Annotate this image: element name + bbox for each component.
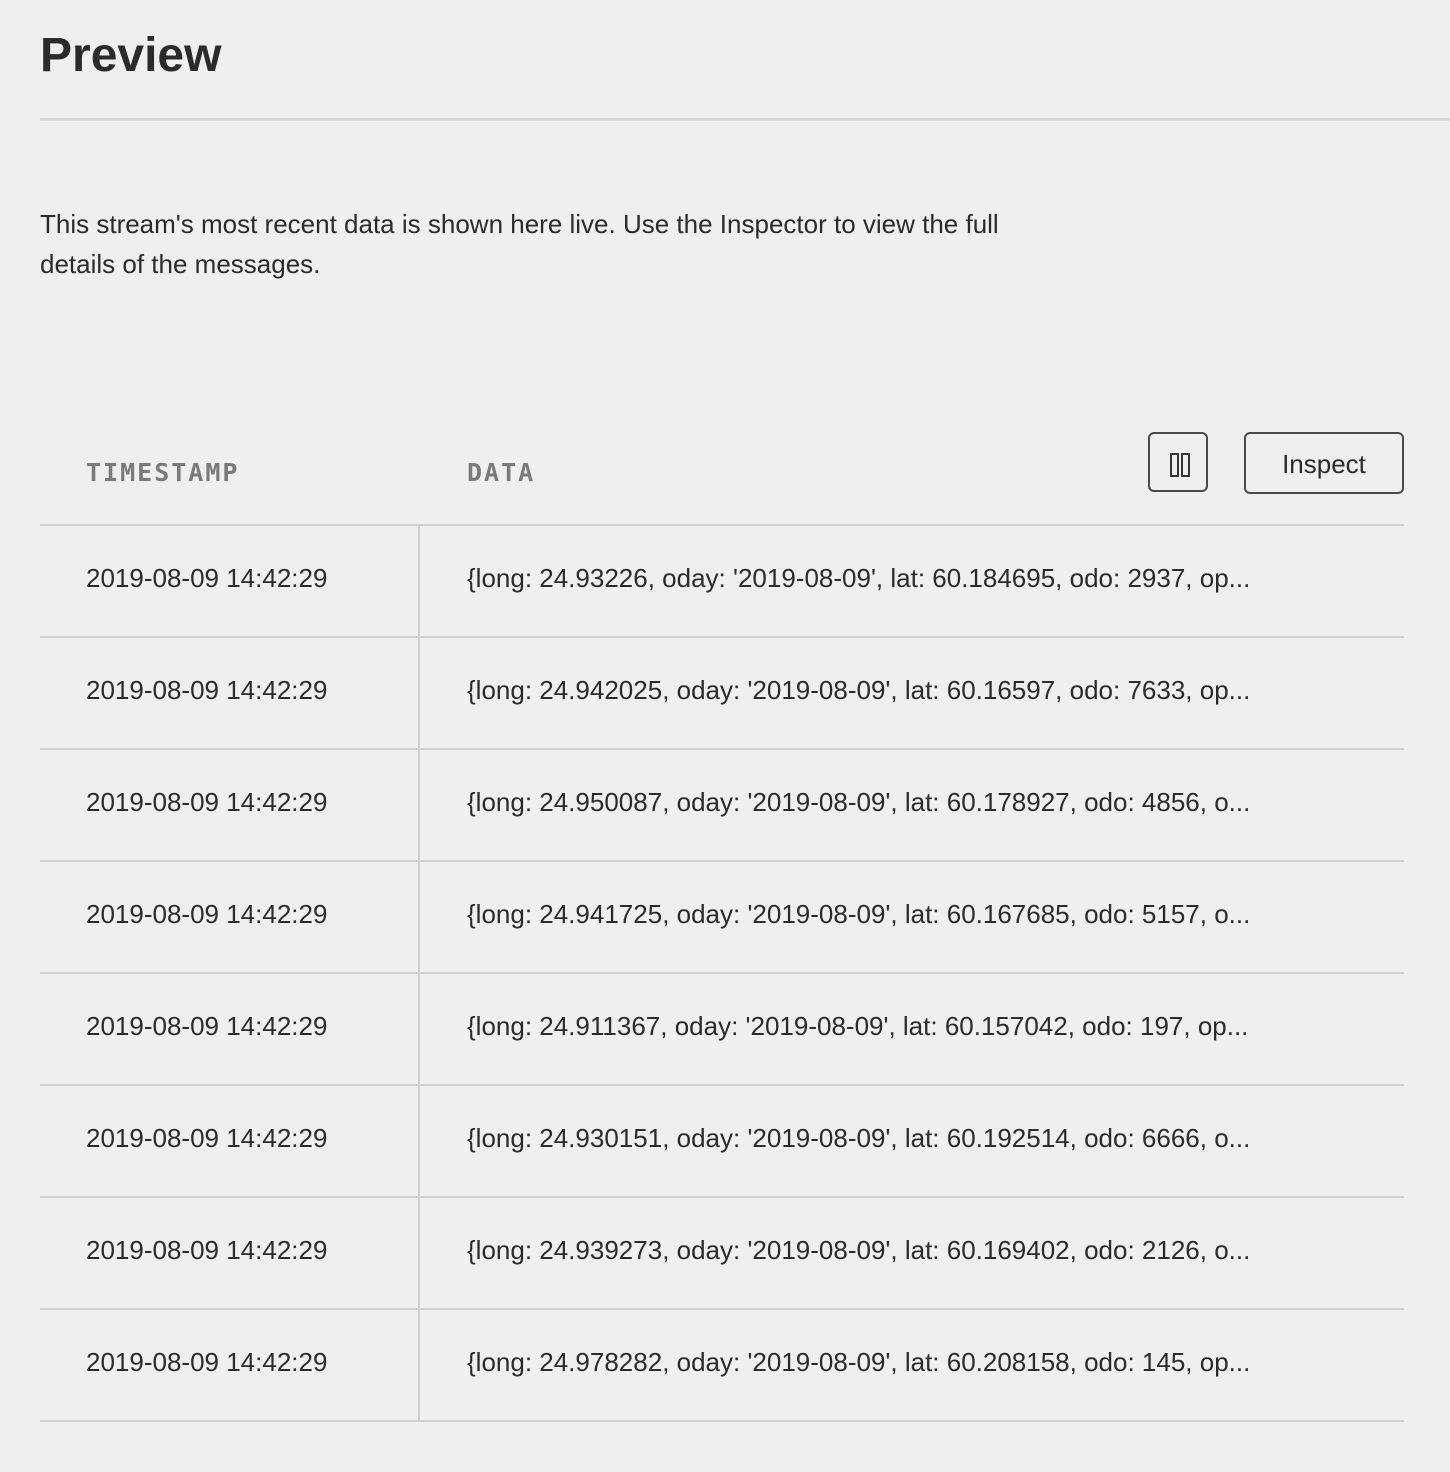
data-cell: {long: 24.942025, oday: '2019-08-09', la… [467,675,1251,705]
page-description: This stream's most recent data is shown … [40,209,999,279]
table-body: 2019-08-09 14:42:29 {long: 24.93226, oda… [40,526,1404,1422]
table-row[interactable]: 2019-08-09 14:42:29 {long: 24.941725, od… [40,862,1404,974]
table-row[interactable]: 2019-08-09 14:42:29 {long: 24.930151, od… [40,1086,1404,1198]
data-cell: {long: 24.950087, oday: '2019-08-09', la… [467,787,1251,817]
data-cell: {long: 24.930151, oday: '2019-08-09', la… [467,1123,1251,1153]
column-header-data: DATA [467,458,536,487]
timestamp-cell: 2019-08-09 14:42:29 [40,862,420,972]
data-cell: {long: 24.978282, oday: '2019-08-09', la… [467,1347,1251,1377]
pause-button[interactable] [1148,432,1208,492]
table-row[interactable]: 2019-08-09 14:42:29 {long: 24.950087, od… [40,750,1404,862]
table-row[interactable]: 2019-08-09 14:42:29 {long: 24.939273, od… [40,1198,1404,1310]
table-row[interactable]: 2019-08-09 14:42:29 {long: 24.911367, od… [40,974,1404,1086]
table-row[interactable]: 2019-08-09 14:42:29 {long: 24.978282, od… [40,1310,1404,1422]
title-divider [40,118,1450,121]
page-title: Preview [40,29,222,82]
pause-icon [1170,453,1190,477]
data-cell: {long: 24.911367, oday: '2019-08-09', la… [467,1011,1249,1041]
timestamp-cell: 2019-08-09 14:42:29 [40,750,420,860]
table-row[interactable]: 2019-08-09 14:42:29 {long: 24.942025, od… [40,638,1404,750]
timestamp-cell: 2019-08-09 14:42:29 [40,974,420,1084]
timestamp-cell: 2019-08-09 14:42:29 [40,1086,420,1196]
data-cell: {long: 24.941725, oday: '2019-08-09', la… [467,899,1251,929]
timestamp-cell: 2019-08-09 14:42:29 [40,526,420,636]
data-cell: {long: 24.939273, oday: '2019-08-09', la… [467,1235,1251,1265]
timestamp-cell: 2019-08-09 14:42:29 [40,1310,420,1420]
inspect-button[interactable]: Inspect [1244,432,1404,494]
timestamp-cell: 2019-08-09 14:42:29 [40,638,420,748]
column-header-timestamp: TIMESTAMP [86,458,240,487]
timestamp-cell: 2019-08-09 14:42:29 [40,1198,420,1308]
table-header: TIMESTAMP DATA Inspect [40,430,1404,526]
data-cell: {long: 24.93226, oday: '2019-08-09', lat… [467,563,1251,593]
table-row[interactable]: 2019-08-09 14:42:29 {long: 24.93226, oda… [40,526,1404,638]
